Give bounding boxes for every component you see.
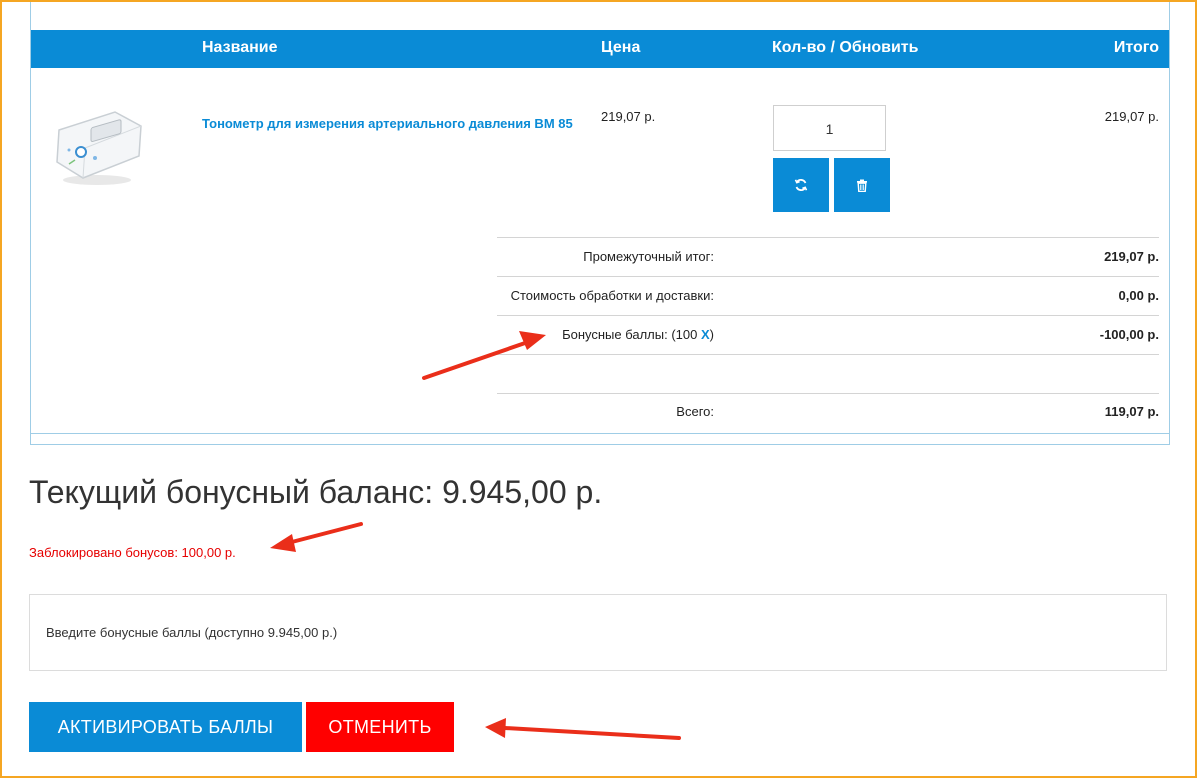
trash-icon [857, 179, 867, 192]
refresh-icon [794, 179, 808, 191]
total-label: Всего: [676, 404, 714, 419]
divider [497, 354, 1159, 355]
divider [497, 393, 1159, 394]
red-arrow [485, 718, 681, 740]
bonus-points-value: -100,00 р. [1099, 327, 1159, 342]
total-value: 119,07 р. [1104, 404, 1159, 419]
bonus-points-input[interactable]: Введите бонусные баллы (доступно 9.945,0… [29, 594, 1167, 671]
header-price: Цена [601, 39, 641, 56]
remove-bonus-link[interactable]: X [701, 327, 710, 342]
bonus-points-text: Бонусные баллы: (100 [562, 327, 698, 342]
activate-points-button[interactable]: АКТИВИРОВАТЬ БАЛЛЫ [29, 702, 302, 752]
divider [31, 433, 1169, 434]
product-image[interactable] [49, 100, 149, 195]
subtotal-value: 219,07 р. [1104, 249, 1159, 264]
divider [497, 237, 1159, 238]
header-qty: Кол-во / Обновить [772, 39, 919, 56]
blocked-bonus-text: Заблокировано бонусов: 100,00 р. [29, 545, 236, 560]
bonus-points-input-placeholder: Введите бонусные баллы (доступно 9.945,0… [46, 625, 338, 640]
header-name: Название [202, 39, 278, 56]
shipping-label: Стоимость обработки и доставки: [510, 288, 714, 303]
quantity-input[interactable]: 1 [773, 105, 886, 151]
cart-header: Название Цена Кол-во / Обновить Итого [31, 30, 1169, 68]
subtotal-label: Промежуточный итог: [583, 249, 714, 264]
cart-table: Название Цена Кол-во / Обновить Итого То… [30, 0, 1170, 445]
item-price: 219,07 р. [601, 109, 656, 124]
shipping-value: 0,00 р. [1118, 288, 1159, 303]
update-quantity-button[interactable] [773, 158, 829, 212]
bonus-points-close-paren: ) [709, 327, 714, 342]
bonus-points-label: Бонусные баллы: (100 X) [562, 327, 714, 342]
bonus-balance-heading: Текущий бонусный баланс: 9.945,00 р. [29, 474, 603, 510]
remove-item-button[interactable] [834, 158, 890, 212]
item-line-total: 219,07 р. [1104, 109, 1159, 124]
divider [497, 315, 1159, 316]
red-arrow [270, 522, 363, 552]
header-total: Итого [1113, 39, 1159, 56]
divider [497, 276, 1159, 277]
cancel-button[interactable]: ОТМЕНИТЬ [306, 702, 454, 752]
product-name-link[interactable]: Тонометр для измерения артериального дав… [202, 106, 592, 141]
